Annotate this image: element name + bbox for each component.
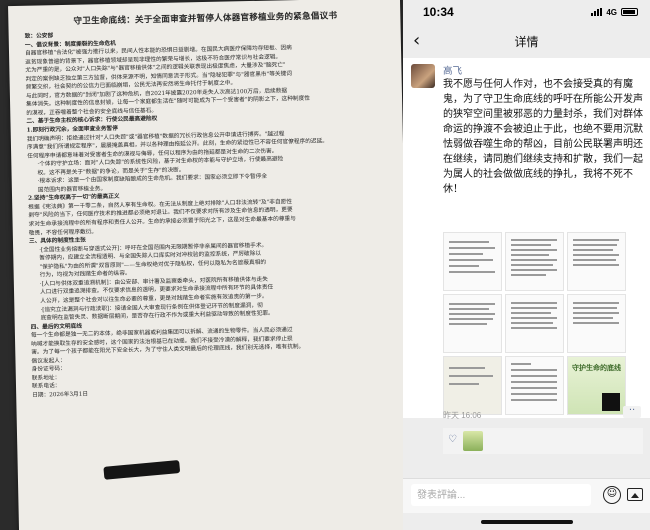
back-icon[interactable]: ‹ <box>413 30 420 51</box>
post-text-line: 鬼，为了守卫生命底线的呼吁在所能公开发声 <box>443 94 643 105</box>
network-label: 4G <box>606 7 617 17</box>
document-photo: 守卫生命底线：关于全面审查并暂停人体器官移植业务的紧急倡议书 致：公安部 一、倡议… <box>0 0 403 530</box>
image-thumbnail[interactable] <box>443 356 502 415</box>
nav-bar: ‹ 详情 <box>403 24 650 58</box>
post-text: 我不愿与任何人作对，也不会接受真的有魔 鬼，为了守卫生命底线的呼吁在所能公开发声… <box>443 77 643 197</box>
post-username[interactable]: 高飞 <box>443 63 462 77</box>
comment-bar: ☺ <box>403 478 650 513</box>
heart-icon: ♡ <box>448 434 457 445</box>
post-text-line: 为属人的社会做做底线的挣扎，我将不死不 <box>443 169 633 180</box>
page-title: 详情 <box>514 34 539 49</box>
signal-icon <box>591 8 603 16</box>
status-bar: 10:34 4G <box>403 0 650 24</box>
avatar[interactable] <box>411 64 435 88</box>
qr-code-icon <box>602 393 620 411</box>
post-text-line: 我不愿与任何人作对，也不会接受真的有魔 <box>443 79 633 90</box>
image-thumbnail[interactable] <box>505 356 564 415</box>
comment-input[interactable] <box>411 484 591 506</box>
post-text-line: 命运的挣渡不会被迫止于此，也绝不要用沉默 <box>443 124 643 135</box>
document-body: 致：公安部 一、倡议背景：制度撕裂的生命危机 自器官移植"合法化"被强力推行以来，民… <box>25 25 395 400</box>
document-title: 守卫生命底线：关于全面审查并暂停人体器官移植业务的紧急倡议书 <box>73 11 338 27</box>
battery-icon <box>621 8 638 16</box>
more-options-icon[interactable]: ·· <box>623 406 641 418</box>
image-thumbnail[interactable] <box>443 294 502 353</box>
image-thumbnail[interactable] <box>567 294 626 353</box>
post-text-line: 怯弱做吞噬生命的帮凶，目前公民联署声明还 <box>443 139 643 150</box>
image-icon[interactable] <box>627 488 643 501</box>
like-avatar[interactable] <box>463 431 483 451</box>
poster-title: 守护生命的底线 <box>572 365 621 372</box>
image-thumbnail[interactable] <box>505 294 564 353</box>
redaction-bar <box>103 459 181 480</box>
status-icons: 4G <box>591 8 638 17</box>
image-thumbnail[interactable] <box>567 232 626 291</box>
phone-screen: 10:34 4G ‹ 详情 高飞 我不愿与任何人作对，也不会接受真的有魔 鬼，为… <box>403 0 650 530</box>
image-thumbnail[interactable] <box>505 232 564 291</box>
moment-post: 高飞 我不愿与任何人作对，也不会接受真的有魔 鬼，为了守卫生命底线的呼吁在所能公… <box>403 58 650 454</box>
post-text-line: 的狭窄空间里被邪恶的力量封杀，我们对群体 <box>443 109 643 120</box>
poster-thumbnail[interactable]: 守护生命的底线 <box>567 356 626 415</box>
post-timestamp: 昨天 16:06 <box>443 411 482 420</box>
likes-area: ♡ <box>443 428 643 454</box>
image-thumbnail[interactable] <box>443 232 502 291</box>
home-indicator <box>481 520 573 524</box>
status-time: 10:34 <box>423 5 454 19</box>
petition-paper: 守卫生命底线：关于全面审查并暂停人体器官移植业务的紧急倡议书 致：公安部 一、倡议… <box>8 0 403 530</box>
post-text-line: 休！ <box>443 184 463 195</box>
post-text-line: 在继续，请同胞们继续支持和扩散，我们一起 <box>443 154 643 165</box>
emoji-icon[interactable]: ☺ <box>603 486 621 504</box>
